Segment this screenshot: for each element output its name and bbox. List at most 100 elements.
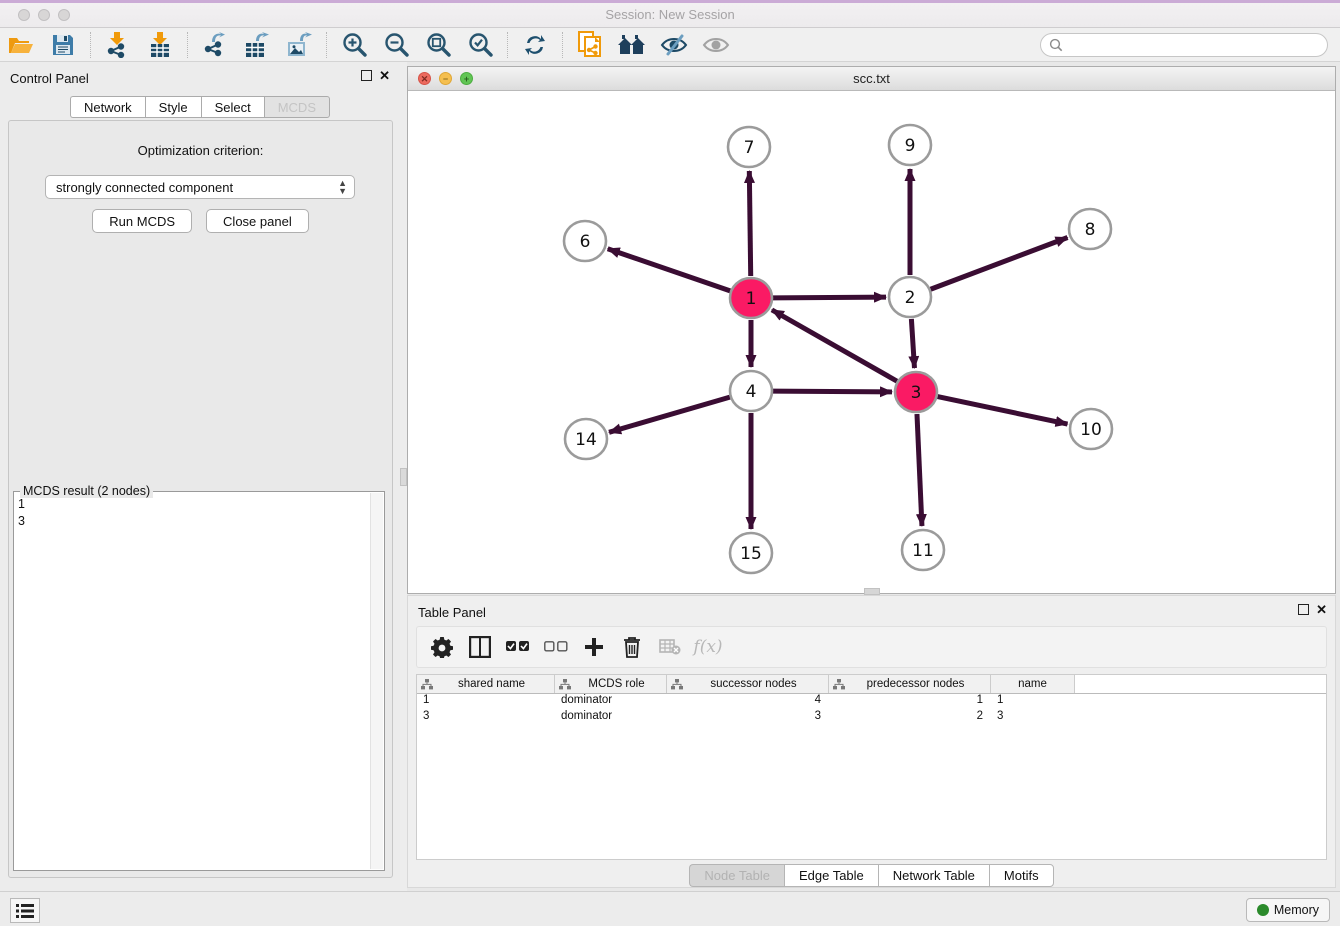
panel-splitter[interactable]	[400, 62, 407, 891]
node-8[interactable]: 8	[1069, 209, 1111, 249]
zoom-in-icon[interactable]	[339, 31, 369, 59]
cell-name: 1	[991, 694, 1075, 710]
mcds-result-box: MCDS result (2 nodes) 13	[13, 491, 385, 871]
node-3[interactable]: 3	[895, 372, 937, 412]
window-titlebar: Session: New Session	[0, 0, 1340, 28]
zoom-selected-icon[interactable]	[465, 31, 495, 59]
node-6[interactable]: 6	[564, 221, 606, 261]
tab-mcds[interactable]: MCDS	[264, 96, 330, 118]
node-4[interactable]: 4	[730, 371, 772, 411]
refresh-icon[interactable]	[520, 31, 550, 59]
edge-2-3[interactable]	[911, 319, 914, 368]
network-canvas[interactable]: 1 2 3 4 6 7 8 9 10 11 14 15	[408, 91, 1335, 593]
column-header-name[interactable]: name	[991, 675, 1075, 693]
import-network-icon[interactable]	[103, 31, 133, 59]
first-neighbors-icon[interactable]	[617, 31, 647, 59]
settings-gear-icon[interactable]	[429, 634, 455, 660]
node-14[interactable]: 14	[565, 419, 607, 459]
show-all-icon[interactable]	[701, 31, 731, 59]
attribute-type-icon	[559, 679, 571, 690]
edge-1-2[interactable]	[773, 297, 886, 298]
delete-row-icon[interactable]	[619, 634, 645, 660]
mcds-panel: Optimization criterion: strongly connect…	[8, 120, 393, 878]
tab-select[interactable]: Select	[201, 96, 264, 118]
canvas-scroll-grip[interactable]	[864, 588, 880, 595]
tab-network-table[interactable]: Network Table	[878, 864, 989, 887]
tab-style[interactable]: Style	[145, 96, 201, 118]
hide-selected-icon[interactable]	[659, 31, 689, 59]
delete-table-icon	[657, 634, 683, 660]
svg-text:1: 1	[746, 289, 757, 309]
optimization-criterion-label: Optimization criterion:	[9, 143, 392, 158]
export-table-icon[interactable]	[242, 31, 272, 59]
search-input[interactable]	[1063, 38, 1313, 52]
result-scrollbar[interactable]	[370, 493, 383, 869]
svg-text:15: 15	[740, 544, 762, 564]
window-title: Session: New Session	[0, 7, 1340, 22]
result-line: 3	[18, 513, 368, 530]
tab-motifs[interactable]: Motifs	[989, 864, 1054, 887]
edge-3-11[interactable]	[917, 414, 922, 526]
table-row[interactable]: 3dominator323	[417, 710, 1326, 726]
edge-1-7[interactable]	[749, 171, 750, 276]
toolbar-separator	[507, 32, 508, 58]
attribute-type-icon	[833, 679, 845, 690]
add-row-icon[interactable]	[581, 634, 607, 660]
node-7[interactable]: 7	[728, 127, 770, 167]
node-1[interactable]: 1	[730, 278, 772, 318]
close-table-panel-icon[interactable]: ✕	[1316, 602, 1327, 618]
float-table-panel-icon[interactable]	[1298, 604, 1309, 615]
column-header-shared-name[interactable]: shared name	[417, 675, 555, 693]
cell-name: 3	[991, 710, 1075, 726]
import-table-icon[interactable]	[145, 31, 175, 59]
tab-edge-table[interactable]: Edge Table	[784, 864, 878, 887]
search-field[interactable]	[1040, 33, 1328, 57]
node-table[interactable]: shared nameMCDS rolesuccessor nodesprede…	[416, 674, 1327, 860]
cell-predecessor-nodes: 1	[829, 694, 991, 710]
fx-label: f(x)	[693, 637, 722, 657]
node-10[interactable]: 10	[1070, 409, 1112, 449]
edge-4-14[interactable]	[609, 397, 730, 432]
control-panel-header: Control Panel ✕	[0, 62, 400, 92]
open-folder-icon[interactable]	[6, 31, 36, 59]
column-header-successor-nodes[interactable]: successor nodes	[667, 675, 829, 693]
float-panel-icon[interactable]	[361, 70, 372, 81]
network-graph[interactable]: 1 2 3 4 6 7 8 9 10 11 14 15	[408, 91, 1335, 593]
edge-2-8[interactable]	[931, 237, 1068, 289]
export-network-icon[interactable]	[200, 31, 230, 59]
column-header-mcds-role[interactable]: MCDS role	[555, 675, 667, 693]
tab-node-table[interactable]: Node Table	[689, 864, 784, 887]
optimization-criterion-select[interactable]: strongly connected component ▲▼	[45, 175, 355, 199]
cell-predecessor-nodes: 2	[829, 710, 991, 726]
run-mcds-button[interactable]: Run MCDS	[92, 209, 192, 233]
export-image-icon[interactable]	[284, 31, 314, 59]
select-all-checkboxes-icon[interactable]	[505, 634, 531, 660]
tab-network[interactable]: Network	[70, 96, 145, 118]
column-header-predecessor-nodes[interactable]: predecessor nodes	[829, 675, 991, 693]
edge-3-10[interactable]	[938, 397, 1068, 424]
deselect-all-checkboxes-icon[interactable]	[543, 634, 569, 660]
edge-1-6[interactable]	[608, 249, 730, 291]
memory-button[interactable]: Memory	[1246, 898, 1330, 922]
splitter-grip[interactable]	[400, 468, 407, 486]
clone-network-icon[interactable]	[575, 31, 605, 59]
task-history-button[interactable]	[10, 898, 40, 923]
edge-3-1[interactable]	[772, 310, 897, 381]
result-line: 1	[18, 496, 368, 513]
close-panel-icon[interactable]: ✕	[379, 68, 390, 84]
table-panel: Table Panel ✕ f(x) shared nameMCDS roles	[407, 595, 1336, 888]
zoom-out-icon[interactable]	[381, 31, 411, 59]
cell-mcds-role: dominator	[555, 694, 667, 710]
zoom-fit-icon[interactable]	[423, 31, 453, 59]
show-column-icon[interactable]	[467, 634, 493, 660]
save-icon[interactable]	[48, 31, 78, 59]
attribute-type-icon	[421, 679, 433, 690]
node-15[interactable]: 15	[730, 533, 772, 573]
network-window-titlebar[interactable]: ✕ − + scc.txt	[408, 67, 1335, 91]
edge-4-3[interactable]	[773, 391, 892, 392]
table-row[interactable]: 1dominator411	[417, 694, 1326, 710]
node-11[interactable]: 11	[902, 530, 944, 570]
node-9[interactable]: 9	[889, 125, 931, 165]
close-panel-button[interactable]: Close panel	[206, 209, 309, 233]
node-2[interactable]: 2	[889, 277, 931, 317]
